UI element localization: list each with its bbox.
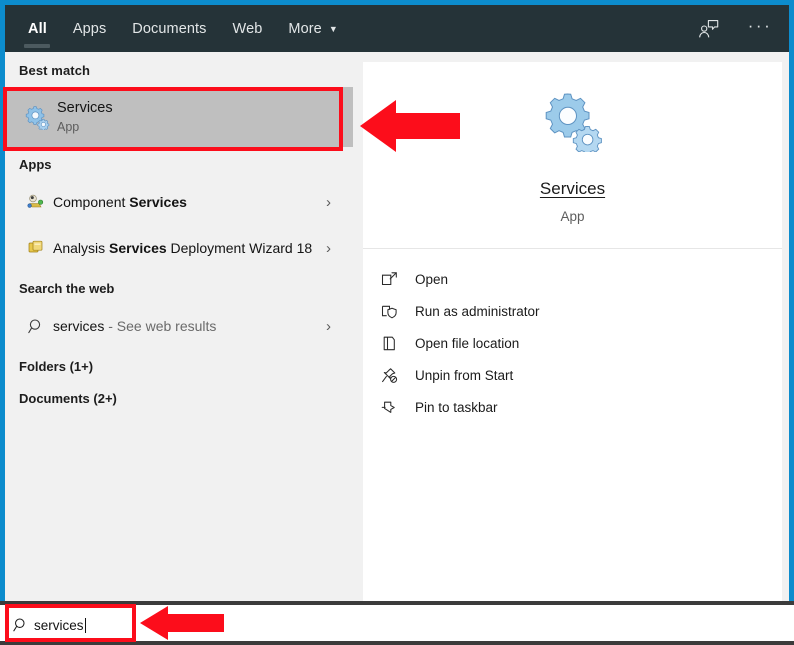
action-run-as-administrator[interactable]: Run as administrator	[363, 295, 782, 327]
tab-documents-label: Documents	[132, 20, 207, 37]
app-actions-list: Open Run as administrator Open file loca…	[363, 249, 782, 423]
web-query-text: services	[53, 317, 105, 334]
documents-section-header[interactable]: Documents (2+)	[5, 381, 353, 413]
more-options-button[interactable]: ···	[745, 14, 775, 44]
folder-location-icon-svg	[383, 336, 395, 350]
search-input-text: services	[34, 617, 84, 633]
chevron-right-icon[interactable]: ›	[326, 319, 331, 334]
action-pin-to-taskbar[interactable]: Pin to taskbar	[363, 391, 782, 423]
best-match-section-header: Best match	[19, 63, 91, 78]
taskbar-search-bar: services	[0, 601, 794, 645]
tab-apps-label: Apps	[72, 20, 107, 37]
result-analysis-services-deployment-wizard[interactable]: Analysis Services Deployment Wizard 18 ›	[5, 225, 353, 271]
pin-icon-svg	[381, 401, 395, 413]
start-menu-search-panel: All Apps Documents Web More ▼ ··· Best m…	[0, 0, 794, 601]
component-services-icon	[19, 193, 53, 211]
unpin-icon-svg	[382, 367, 398, 383]
open-window-icon-svg	[381, 271, 397, 285]
action-unpin-from-start[interactable]: Unpin from Start	[363, 359, 782, 391]
component-services-icon-svg	[27, 194, 44, 208]
search-input[interactable]: services	[8, 609, 133, 641]
tab-all[interactable]: All	[15, 5, 60, 52]
result-analysis-services-label: Analysis Services Deployment Wizard 18	[53, 239, 353, 258]
best-match-result-services[interactable]: Services App	[5, 87, 353, 147]
gears-icon-large-svg	[545, 93, 602, 156]
web-section-header: Search the web	[19, 281, 115, 296]
best-match-title: Services	[57, 99, 113, 116]
search-header: All Apps Documents Web More ▼ ···	[5, 5, 789, 52]
search-icon	[19, 318, 53, 335]
gears-icon	[542, 90, 604, 157]
shield-window-icon-svg	[381, 305, 397, 318]
header-actions: ···	[693, 5, 775, 52]
tab-web[interactable]: Web	[220, 5, 276, 52]
apps-section-header: Apps	[19, 157, 52, 172]
action-unpin-from-start-label: Unpin from Start	[415, 367, 514, 383]
best-match-text: Services App	[57, 99, 353, 136]
gears-icon-svg	[25, 106, 50, 130]
open-window-icon	[381, 271, 415, 288]
search-icon	[8, 617, 34, 633]
tab-all-label: All	[28, 20, 47, 37]
result-component-services[interactable]: Component Services ›	[5, 179, 353, 225]
chevron-right-icon[interactable]: ›	[326, 195, 331, 210]
tab-web-label: Web	[232, 20, 263, 37]
folders-section-header[interactable]: Folders (1+)	[5, 349, 353, 381]
action-open[interactable]: Open	[363, 263, 782, 295]
search-results-pane: Best match Services App Apps Component S…	[5, 52, 353, 601]
feedback-button[interactable]	[693, 14, 723, 44]
annotation-arrow-best-match	[360, 100, 460, 152]
unpin-icon	[381, 367, 415, 384]
gears-icon	[17, 104, 57, 130]
app-preview-header: Services App	[363, 62, 782, 249]
label-prefix: Component	[53, 193, 130, 210]
result-component-services-label: Component Services	[53, 193, 353, 212]
annotation-arrow-search-box	[140, 606, 224, 640]
analysis-services-icon-svg	[28, 240, 43, 253]
chevron-down-icon: ▼	[328, 24, 338, 34]
action-open-file-location-label: Open file location	[415, 335, 520, 351]
analysis-services-icon	[19, 239, 53, 257]
folder-location-icon	[381, 335, 415, 352]
search-icon-svg	[13, 618, 25, 632]
chevron-right-icon[interactable]: ›	[326, 241, 331, 256]
label-match: Services	[109, 239, 167, 256]
tab-documents[interactable]: Documents	[119, 5, 219, 52]
result-web-search-label: services - See web results	[53, 317, 353, 336]
label-prefix: Analysis	[53, 239, 110, 256]
tab-more-label: More	[288, 20, 322, 37]
text-cursor	[84, 617, 86, 633]
web-query-suffix: - See web results	[104, 317, 217, 334]
ellipsis-icon: ···	[747, 16, 773, 35]
tab-more[interactable]: More ▼	[275, 5, 350, 52]
label-suffix: Deployment Wizard 18	[166, 239, 313, 256]
tab-selected-indicator	[24, 44, 51, 48]
result-web-search-services[interactable]: services - See web results ›	[5, 303, 353, 349]
search-filter-tabs: All Apps Documents Web More ▼	[15, 5, 351, 52]
action-open-file-location[interactable]: Open file location	[363, 327, 782, 359]
search-icon-svg	[27, 318, 40, 333]
action-run-as-administrator-label: Run as administrator	[415, 303, 540, 319]
pin-icon	[381, 399, 415, 416]
preview-app-kind: App	[560, 209, 585, 224]
action-pin-to-taskbar-label: Pin to taskbar	[415, 399, 498, 415]
shield-window-icon	[381, 303, 415, 320]
preview-app-name[interactable]: Services	[540, 179, 605, 199]
action-open-label: Open	[415, 271, 449, 287]
best-match-subtitle: App	[57, 119, 80, 134]
person-feedback-icon	[698, 19, 718, 37]
label-match: Services	[129, 193, 187, 210]
tab-apps[interactable]: Apps	[60, 5, 119, 52]
search-input-value: services	[34, 617, 86, 633]
